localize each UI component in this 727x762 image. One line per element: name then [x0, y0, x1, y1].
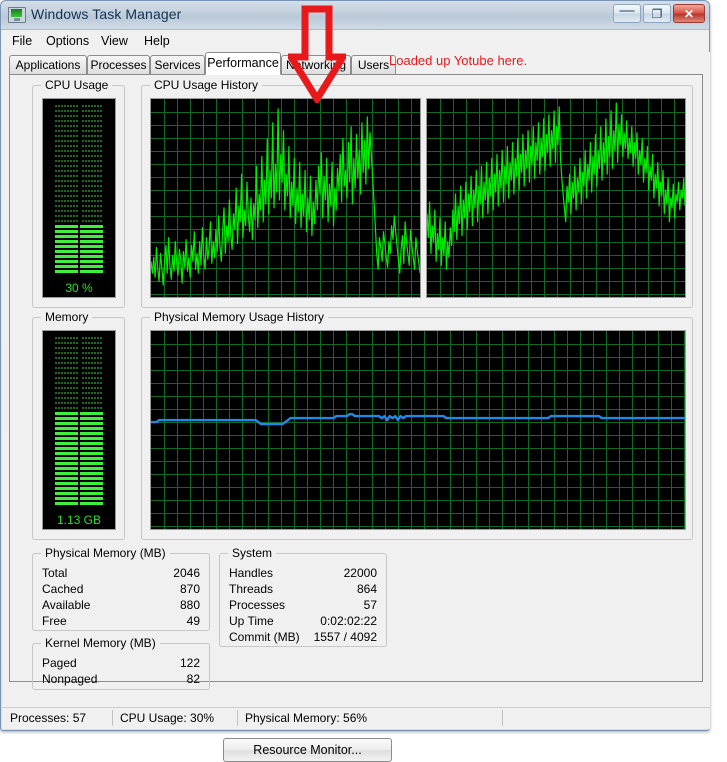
minimize-button[interactable]: — — [613, 2, 641, 23]
tab-processes[interactable]: Processes — [87, 55, 150, 74]
maximize-button[interactable]: ❐ — [643, 4, 671, 23]
stat-uptime: Up Time 0:02:02:22 — [229, 614, 377, 629]
cpu-gauge-bars — [43, 99, 115, 297]
annotation-text: Loaded up Yotube here. — [389, 53, 528, 68]
cpu-usage-gauge: 30 % — [42, 98, 116, 298]
menu-file[interactable]: File — [7, 33, 37, 49]
stat-uptime-key: Up Time — [229, 614, 274, 628]
memory-gauge-group-label: Memory — [41, 310, 93, 324]
stat-available-key: Available — [42, 598, 91, 612]
tab-services[interactable]: Services — [150, 55, 205, 74]
stat-free-value: 49 — [186, 614, 200, 628]
stat-nonpaged-key: Nonpaged — [42, 672, 98, 686]
physical-memory-group: Physical Memory (MB) Total 2046 Cached 8… — [32, 546, 210, 631]
memory-gauge: 1.13 GB — [42, 330, 116, 530]
stat-processes-key: Processes — [229, 598, 286, 612]
stat-processes-value: 57 — [363, 598, 377, 612]
tab-networking[interactable]: Networking — [281, 55, 351, 74]
memory-gauge-group: Memory 1.13 GB — [32, 310, 125, 540]
stat-nonpaged-value: 82 — [186, 672, 200, 686]
close-button[interactable]: ✕ — [673, 4, 705, 23]
stat-cached-key: Cached — [42, 582, 84, 596]
stat-threads: Threads 864 — [229, 582, 377, 597]
memory-history-group: Physical Memory Usage History — [141, 310, 693, 540]
cpu-usage-value: 30 % — [65, 281, 93, 295]
stat-handles-key: Handles — [229, 566, 274, 580]
stat-handles-value: 22000 — [343, 566, 377, 580]
stat-threads-value: 864 — [356, 582, 377, 596]
minimize-icon: — — [619, 2, 635, 19]
status-separator-3 — [502, 710, 503, 726]
stat-threads-key: Threads — [229, 582, 274, 596]
stat-free: Free 49 — [42, 614, 200, 629]
status-cpu-usage: CPU Usage: 30% — [120, 711, 215, 725]
stat-processes: Processes 57 — [229, 598, 377, 613]
tab-applications[interactable]: Applications — [9, 55, 87, 74]
menu-bar: File Options View Help — [1, 30, 709, 53]
stat-total-key: Total — [42, 566, 68, 580]
system-group: System Handles 22000 Threads 864 Process… — [219, 546, 387, 647]
close-icon: ✕ — [683, 7, 695, 21]
stat-paged-value: 122 — [179, 656, 200, 670]
task-manager-window: Windows Task Manager — ❐ ✕ File Options … — [0, 0, 710, 762]
cpu-history-group-label: CPU Usage History — [150, 78, 263, 92]
status-separator-1 — [112, 710, 113, 726]
physical-memory-group-label: Physical Memory (MB) — [41, 546, 170, 560]
cpu-usage-group-label: CPU Usage — [41, 78, 113, 92]
status-physical-memory: Physical Memory: 56% — [245, 711, 368, 725]
status-bar: Processes: 57 CPU Usage: 30% Physical Me… — [2, 707, 710, 729]
stat-commit-key: Commit (MB) — [229, 630, 300, 644]
title-bar: Windows Task Manager — ❐ ✕ — [1, 1, 709, 30]
stat-commit-value: 1557 / 4092 — [313, 630, 377, 644]
cpu-usage-group: CPU Usage 30 % — [32, 78, 125, 308]
task-manager-icon — [8, 7, 26, 23]
kernel-memory-group-label: Kernel Memory (MB) — [41, 636, 160, 650]
kernel-memory-group: Kernel Memory (MB) Paged 122 Nonpaged 82 — [32, 636, 210, 690]
stat-total: Total 2046 — [42, 566, 200, 581]
memory-gauge-value: 1.13 GB — [56, 513, 102, 527]
system-group-label: System — [228, 546, 277, 560]
stat-paged: Paged 122 — [42, 656, 200, 671]
status-processes: Processes: 57 — [10, 711, 87, 725]
menu-help[interactable]: Help — [139, 33, 175, 49]
stat-available: Available 880 — [42, 598, 200, 613]
maximize-icon: ❐ — [651, 7, 663, 21]
stat-cached: Cached 870 — [42, 582, 200, 597]
stat-paged-key: Paged — [42, 656, 77, 670]
menu-options[interactable]: Options — [41, 33, 94, 49]
tab-strip: Applications Processes Services Performa… — [2, 52, 710, 75]
cpu-history-graph-core1 — [150, 98, 421, 298]
stat-free-key: Free — [42, 614, 67, 628]
menu-view[interactable]: View — [96, 33, 133, 49]
tab-performance[interactable]: Performance — [205, 52, 281, 75]
memory-gauge-bars — [43, 331, 115, 529]
memory-history-graph — [150, 330, 686, 530]
stat-nonpaged: Nonpaged 82 — [42, 672, 200, 687]
cpu-history-graph-core2 — [426, 98, 686, 298]
stat-handles: Handles 22000 — [229, 566, 377, 581]
performance-tab-page: CPU Usage 30 % CPU Usage History Memory … — [9, 74, 703, 762]
window-title: Windows Task Manager — [31, 6, 182, 22]
client-area: Applications Processes Services Performa… — [2, 52, 710, 762]
stat-available-value: 880 — [179, 598, 200, 612]
status-separator-2 — [237, 710, 238, 726]
stat-total-value: 2046 — [173, 566, 200, 580]
memory-history-group-label: Physical Memory Usage History — [150, 310, 329, 324]
stat-cached-value: 870 — [179, 582, 200, 596]
cpu-history-group: CPU Usage History — [141, 78, 693, 308]
resource-monitor-button[interactable]: Resource Monitor... — [223, 738, 392, 762]
stat-commit: Commit (MB) 1557 / 4092 — [229, 630, 377, 645]
stat-uptime-value: 0:02:02:22 — [320, 614, 377, 628]
